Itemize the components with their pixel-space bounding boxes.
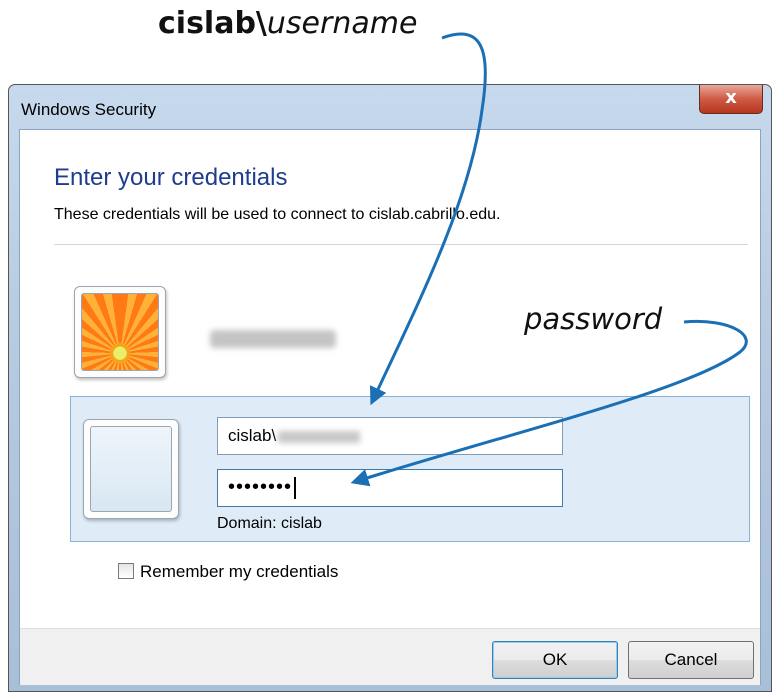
- windows-security-dialog: Windows Security x Enter your credential…: [8, 84, 772, 692]
- username-blurred: [278, 430, 361, 443]
- button-bar: OK Cancel: [20, 628, 760, 685]
- password-annotation: password: [524, 302, 663, 336]
- dialog-description: These credentials will be used to connec…: [54, 206, 501, 223]
- close-button[interactable]: x: [699, 85, 763, 114]
- dialog-heading: Enter your credentials: [54, 164, 288, 191]
- cancel-button[interactable]: Cancel: [628, 641, 754, 679]
- remember-credentials[interactable]: Remember my credentials: [118, 562, 338, 582]
- dialog-content: Enter your credentials These credentials…: [19, 129, 761, 685]
- password-input[interactable]: ••••••••: [217, 469, 563, 507]
- text-caret: [294, 476, 297, 499]
- password-value: ••••••••: [228, 476, 293, 498]
- remember-label: Remember my credentials: [140, 562, 339, 581]
- title-bar: Windows Security x: [9, 85, 771, 129]
- username-input[interactable]: cislab\: [217, 417, 563, 455]
- username-annotation-word: username: [266, 6, 418, 41]
- window-title: Windows Security: [21, 100, 157, 119]
- close-icon: x: [725, 87, 737, 108]
- blank-user-tile: [83, 419, 179, 519]
- username-annotation: cislab\username: [158, 6, 417, 41]
- credential-panel: cislab\ •••••••• Domain: cislab: [70, 396, 750, 542]
- divider: [54, 244, 748, 245]
- blank-user-icon: [90, 426, 172, 512]
- remember-checkbox[interactable]: [118, 563, 134, 579]
- domain-label: Domain: cislab: [217, 515, 322, 532]
- saved-user-tile[interactable]: [74, 286, 166, 378]
- saved-username-blurred[interactable]: [210, 330, 336, 348]
- username-value: cislab\: [228, 426, 277, 445]
- username-annotation-prefix: cislab\: [158, 6, 267, 41]
- ok-button[interactable]: OK: [492, 641, 618, 679]
- flower-user-icon: [81, 293, 159, 371]
